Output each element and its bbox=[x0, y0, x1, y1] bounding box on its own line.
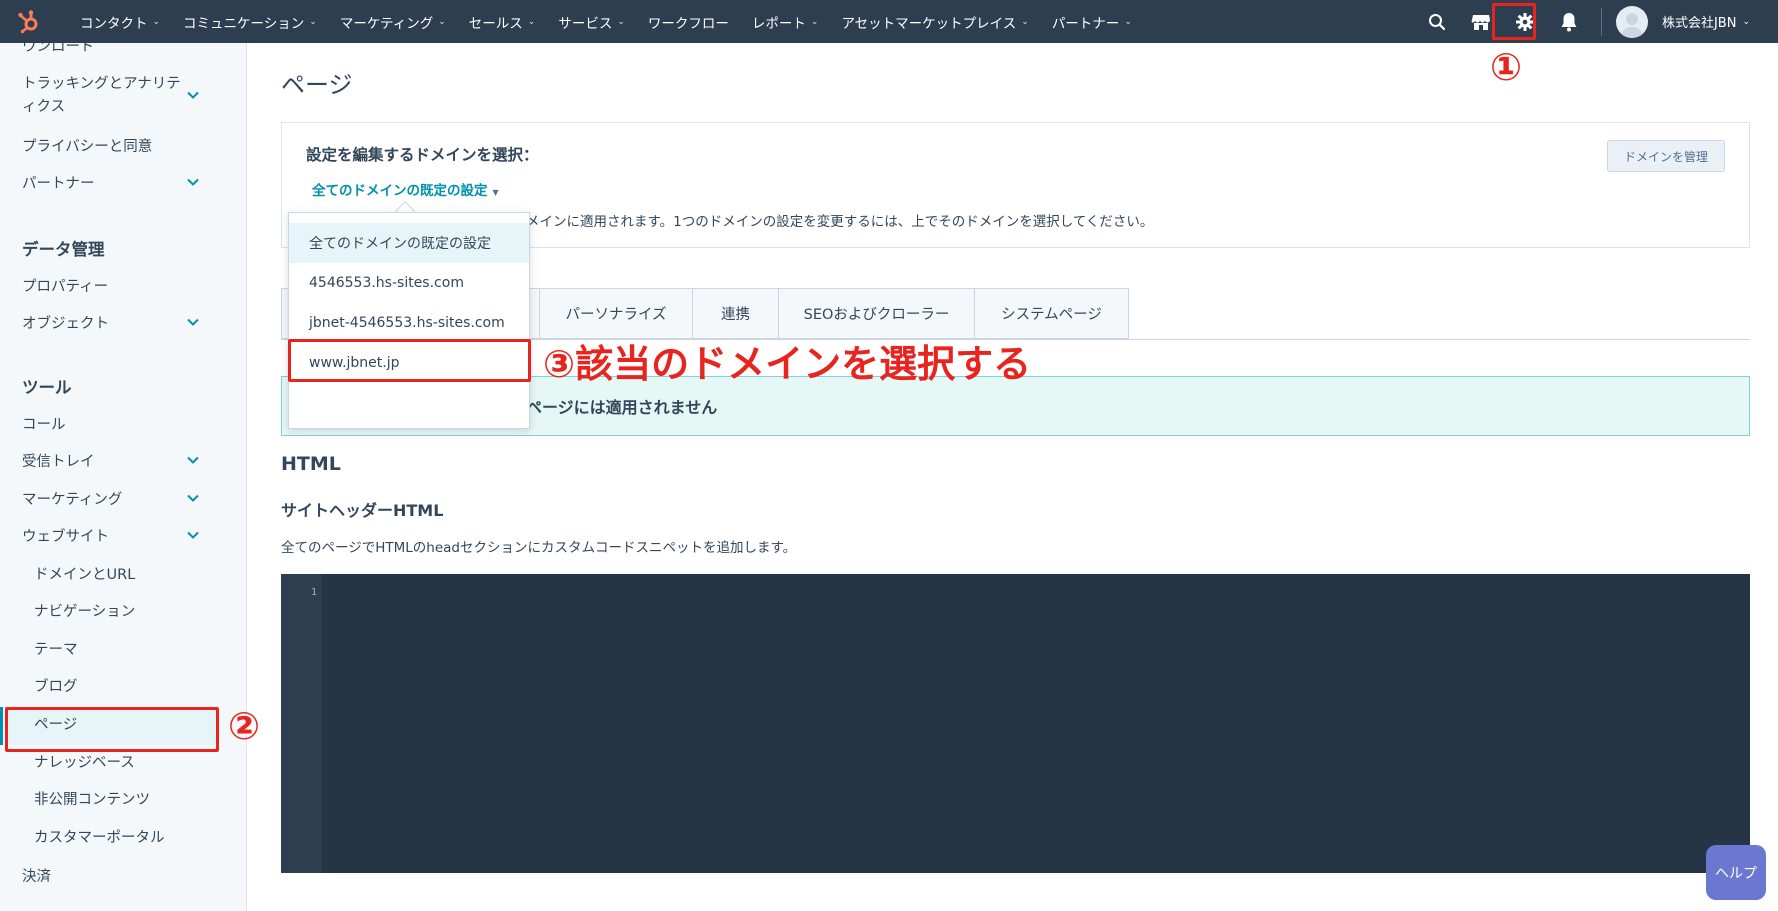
nav-utilities: 株式会社JBN ⌄ bbox=[1415, 0, 1778, 43]
nav-service[interactable]: サービス ⌄ bbox=[558, 12, 625, 32]
sidebar-item-partner[interactable]: パートナー bbox=[22, 172, 95, 193]
chevron-down-icon: ⌄ bbox=[438, 16, 446, 27]
sidebar-item-inbox[interactable]: 受信トレイ bbox=[22, 450, 95, 471]
sidebar-item-privacy[interactable]: プライバシーと同意 bbox=[22, 135, 152, 156]
page-title: ページ bbox=[281, 71, 353, 99]
chevron-down-icon[interactable] bbox=[186, 491, 200, 505]
chevron-down-icon: ⌄ bbox=[1124, 16, 1132, 27]
chevron-down-icon: ⌄ bbox=[810, 16, 819, 27]
alert-text: ページには適用されません bbox=[526, 398, 718, 417]
sidebar-heading-data: データ管理 bbox=[22, 240, 105, 259]
annotation-box-domain bbox=[288, 339, 531, 382]
sidebar-item-properties[interactable]: プロパティー bbox=[22, 275, 108, 296]
nav-reports[interactable]: レポート ⌄ bbox=[752, 12, 819, 32]
nav-communications[interactable]: コミュニケーション ⌄ bbox=[183, 12, 317, 32]
tab-system-pages[interactable]: システムページ bbox=[975, 288, 1129, 339]
chevron-down-icon: ⌄ bbox=[617, 16, 625, 27]
chevron-down-icon[interactable] bbox=[186, 175, 200, 189]
hubspot-logo-icon[interactable] bbox=[8, 0, 50, 43]
sidebar-item-customer-portal[interactable]: カスタマーポータル bbox=[34, 826, 165, 847]
chevron-down-icon: ⌄ bbox=[152, 16, 161, 27]
chevron-down-icon[interactable] bbox=[186, 528, 200, 542]
nav-sales[interactable]: セールス ⌄ bbox=[469, 12, 536, 32]
main-content: ページ 設定を編集するドメインを選択： 全てのドメインの既定の設定 ▼ メインに適… bbox=[248, 43, 1778, 911]
sidebar-item-tracking[interactable]: トラッキングとアナリティクス bbox=[22, 73, 182, 119]
annotation-step-2: ② bbox=[228, 704, 261, 748]
domain-select-label: 設定を編集するドメインを選択： bbox=[306, 146, 539, 164]
tab-personalize[interactable]: パーソナライズ bbox=[540, 288, 693, 339]
chevron-down-icon[interactable] bbox=[186, 88, 200, 102]
main-menu: コンタクト ⌄ コミュニケーション ⌄ マーケティング ⌄ セールス ⌄ サービス ⌄ ワ… bbox=[80, 12, 1155, 32]
chevron-down-icon[interactable] bbox=[186, 453, 200, 467]
domain-option-hs-sites[interactable]: 4546553.hs-sites.com bbox=[289, 263, 529, 303]
sidebar-item-payments[interactable]: 決済 bbox=[22, 865, 51, 886]
nav-marketing[interactable]: マーケティング ⌄ bbox=[340, 12, 446, 32]
section-title: HTML bbox=[281, 453, 341, 475]
manage-domains-button[interactable]: ドメインを管理 bbox=[1607, 140, 1725, 172]
site-header-html-description: 全てのページでHTMLのheadセクションにカスタムコードスニペットを追加します… bbox=[281, 540, 797, 556]
tab-integrations[interactable]: 連携 bbox=[693, 288, 779, 339]
settings-sidebar: ウンロード トラッキングとアナリティクス プライバシーと同意 パートナー データ… bbox=[0, 43, 247, 911]
editor-gutter: 1 bbox=[281, 574, 322, 873]
nav-contacts[interactable]: コンタクト ⌄ bbox=[80, 12, 160, 32]
domain-select-dropdown[interactable]: 全てのドメインの既定の設定 ▼ bbox=[312, 179, 499, 199]
chevron-down-icon: ⌄ bbox=[527, 16, 536, 27]
notifications-icon[interactable] bbox=[1547, 0, 1591, 43]
nav-workflows[interactable]: ワークフロー bbox=[648, 12, 729, 32]
sidebar-item-private-content[interactable]: 非公開コンテンツ bbox=[34, 788, 150, 809]
sidebar-item-marketing[interactable]: マーケティング bbox=[22, 488, 122, 509]
domain-option-jbnet-hs-sites[interactable]: jbnet-4546553.hs-sites.com bbox=[289, 303, 529, 343]
annotation-box-settings bbox=[1492, 3, 1536, 40]
line-number: 1 bbox=[311, 587, 318, 598]
domain-option-default[interactable]: 全てのドメインの既定の設定 bbox=[289, 223, 529, 263]
chevron-down-icon: ⌄ bbox=[1742, 16, 1750, 27]
code-editor[interactable]: 1 bbox=[281, 574, 1750, 873]
sidebar-item-download[interactable]: ウンロード bbox=[22, 43, 95, 56]
domain-dropdown-menu: 全てのドメインの既定の設定 4546553.hs-sites.com jbnet… bbox=[288, 212, 530, 429]
account-menu[interactable]: 株式会社JBN ⌄ bbox=[1662, 12, 1750, 31]
nav-asset-marketplace[interactable]: アセットマーケットプレイス ⌄ bbox=[841, 12, 1028, 32]
avatar[interactable] bbox=[1615, 5, 1648, 38]
chevron-down-icon: ⌄ bbox=[1021, 16, 1029, 27]
nav-divider bbox=[1600, 7, 1602, 36]
sidebar-heading-tools: ツール bbox=[22, 378, 72, 397]
annotation-step-1: ① bbox=[1490, 45, 1523, 89]
help-button[interactable]: ヘルプ bbox=[1706, 845, 1766, 900]
sidebar-item-knowledge-base[interactable]: ナレッジベース bbox=[34, 751, 135, 772]
sidebar-item-domains[interactable]: ドメインとURL bbox=[34, 563, 135, 584]
sidebar-item-navigation[interactable]: ナビゲーション bbox=[34, 600, 135, 621]
chevron-down-icon: ⌄ bbox=[309, 16, 317, 27]
sidebar-item-blog[interactable]: ブログ bbox=[34, 675, 78, 696]
caret-down-icon: ▼ bbox=[492, 188, 499, 197]
sidebar-item-website[interactable]: ウェブサイト bbox=[22, 525, 109, 546]
domain-info-text: メインに適用されます。1つのドメインの設定を変更するには、上でそのドメインを選択… bbox=[526, 214, 1154, 230]
sidebar-item-themes[interactable]: テーマ bbox=[34, 638, 78, 659]
site-header-html-title: サイトヘッダーHTML bbox=[281, 501, 444, 520]
sidebar-item-calls[interactable]: コール bbox=[22, 413, 66, 434]
annotation-step-3: ③該当のドメインを選択する bbox=[543, 342, 1032, 386]
chevron-down-icon[interactable] bbox=[186, 315, 200, 329]
nav-partner[interactable]: パートナー ⌄ bbox=[1052, 12, 1132, 32]
sidebar-item-objects[interactable]: オブジェクト bbox=[22, 312, 109, 333]
tab-seo-crawlers[interactable]: SEOおよびクローラー bbox=[779, 288, 975, 339]
annotation-box-pages bbox=[5, 707, 219, 752]
search-icon[interactable] bbox=[1415, 0, 1459, 43]
